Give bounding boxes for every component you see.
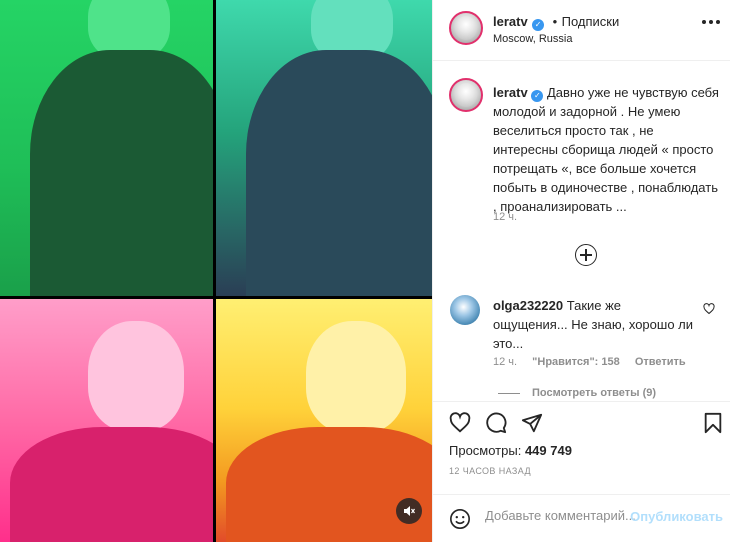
bookmark-icon[interactable]	[703, 412, 723, 439]
add-comment-bar: Опубликовать	[433, 494, 730, 542]
post-timestamp[interactable]: 12 ЧАСОВ НАЗАД	[449, 466, 531, 476]
post-caption: leratv ✓ Давно уже не чувствую себя моло…	[493, 83, 721, 216]
post-sidebar: leratv ✓ • Подписки Moscow, Russia lerat…	[432, 0, 730, 542]
comment-avatar[interactable]	[450, 295, 480, 325]
caption-time[interactable]: 12 ч.	[493, 211, 517, 223]
verified-badge-icon: ✓	[532, 19, 545, 31]
views-label: Просмотры:	[449, 443, 522, 458]
caption-avatar[interactable]	[449, 78, 483, 112]
avatar[interactable]	[449, 11, 483, 45]
follow-separator: •	[552, 14, 558, 29]
caption-text: Давно уже не чувствую себя молодой и зад…	[493, 85, 719, 214]
post-actions: Просмотры: 449 749 12 ЧАСОВ НАЗАД Опубли…	[433, 401, 730, 542]
post-video[interactable]	[0, 0, 432, 542]
comment-likes[interactable]: "Нравится": 158	[532, 356, 620, 368]
more-options-icon[interactable]	[701, 12, 721, 30]
views-count[interactable]: Просмотры: 449 749	[449, 443, 572, 458]
views-value: 449 749	[524, 443, 572, 458]
reply-button[interactable]: Ответить	[635, 356, 686, 368]
username-link[interactable]: leratv	[493, 14, 528, 29]
video-panel-green	[0, 0, 213, 296]
comment-like-icon[interactable]	[703, 302, 715, 320]
heart-icon[interactable]	[449, 412, 471, 439]
video-panel-yellow	[216, 299, 432, 542]
paper-plane-icon[interactable]	[521, 412, 543, 439]
comment-username[interactable]: olga232220	[493, 298, 563, 313]
comment: olga232220 Такие же ощущения... Не знаю,…	[493, 296, 698, 353]
view-replies-button[interactable]: Посмотреть ответы (9)	[498, 387, 656, 399]
publish-button[interactable]: Опубликовать	[630, 509, 723, 524]
location-link[interactable]: Moscow, Russia	[493, 33, 572, 45]
comment-time[interactable]: 12 ч.	[493, 356, 517, 368]
smiley-icon[interactable]	[449, 508, 471, 535]
sound-off-icon[interactable]	[396, 498, 422, 524]
comment-meta: 12 ч. "Нравится": 158 Ответить	[493, 356, 698, 368]
caption-username[interactable]: leratv	[493, 85, 528, 100]
following-button[interactable]: Подписки	[562, 14, 620, 29]
verified-badge-icon: ✓	[531, 90, 544, 102]
comment-bubble-icon[interactable]	[485, 412, 507, 439]
comment-input[interactable]	[485, 508, 635, 523]
video-panel-teal	[216, 0, 432, 296]
plus-circle-icon[interactable]	[575, 244, 597, 266]
post-header: leratv ✓ • Подписки Moscow, Russia	[433, 0, 730, 61]
video-panel-pink	[0, 299, 213, 542]
